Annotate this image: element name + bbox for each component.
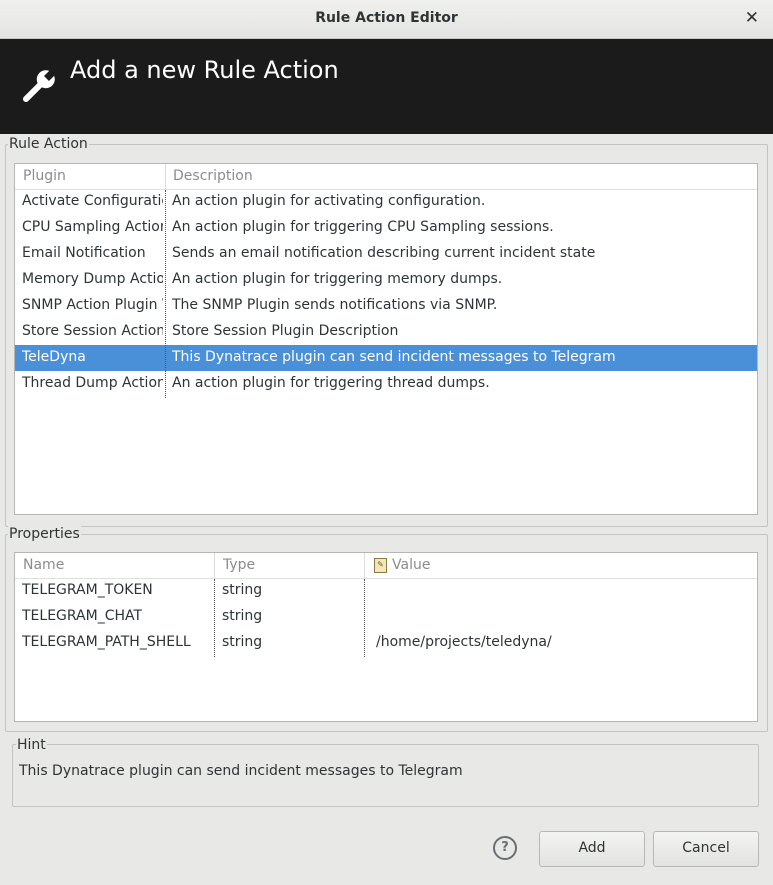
table-row[interactable]: SNMP Action Plugin V The SNMP Plugin send… [15,293,757,319]
window-title: Rule Action Editor [315,10,458,26]
property-name-cell: TELEGRAM_CHAT [22,608,143,624]
property-name-cell: TELEGRAM_PATH_SHELL [22,634,191,650]
header-banner: Add a new Rule Action [0,39,773,134]
rule-action-editor-dialog: Rule Action Editor ✕ Add a new Rule Acti… [0,0,773,885]
plugin-table-header: Plugin Description [15,164,757,190]
close-icon[interactable]: ✕ [745,8,759,28]
plugin-name-cell: Store Session Action P [22,323,163,339]
property-value-cell[interactable]: /home/projects/teledyna/ [376,634,552,650]
plugin-name-cell: CPU Sampling Action P [22,219,163,235]
plugin-description-cell: The SNMP Plugin sends notifications via … [172,297,498,313]
plugin-name-cell: Memory Dump Action [22,271,163,287]
properties-table[interactable]: Name Type ✎ Value TELEGRAM_TOKEN string TE… [14,552,758,722]
column-header-plugin[interactable]: Plugin [23,168,66,184]
add-button[interactable]: Add [539,831,645,867]
plugin-description-cell: An action plugin for triggering thread d… [172,375,490,391]
plugin-description-cell: An action plugin for triggering memory d… [172,271,503,287]
column-header-description[interactable]: Description [173,168,253,184]
properties-table-header: Name Type ✎ Value [15,553,757,579]
column-divider [165,190,166,398]
column-separator [364,553,365,578]
properties-label: Properties [8,526,81,542]
column-header-type[interactable]: Type [223,557,255,573]
column-separator [214,553,215,578]
edit-value-icon: ✎ [374,558,387,573]
table-row[interactable]: TeleDyna This Dynatrace plugin can send i… [15,345,757,371]
table-row[interactable]: Thread Dump Action P An action plugin for… [15,371,757,397]
table-row[interactable]: TELEGRAM_PATH_SHELL string/home/projects/… [15,630,757,656]
hint-text: This Dynatrace plugin can send incident … [19,763,463,779]
property-type-cell: string [222,634,263,650]
table-row[interactable]: TELEGRAM_TOKEN string [15,578,757,604]
plugin-description-cell: An action plugin for activating configur… [172,193,486,209]
column-divider [364,579,365,657]
table-row[interactable]: Activate Configuration An action plugin f… [15,189,757,215]
property-type-cell: string [222,582,263,598]
table-row[interactable]: CPU Sampling Action P An action plugin fo… [15,215,757,241]
column-header-value[interactable]: Value [392,557,430,573]
column-divider [214,579,215,657]
plugin-description-cell: Sends an email notification describing c… [172,245,596,261]
help-icon[interactable]: ? [493,836,517,860]
table-row[interactable]: TELEGRAM_CHAT string [15,604,757,630]
rule-action-label: Rule Action [8,136,89,152]
wrench-icon [22,68,57,103]
table-row[interactable]: Email Notification Sends an email notific… [15,241,757,267]
property-type-cell: string [222,608,263,624]
hint-label: Hint [16,737,47,753]
cancel-button[interactable]: Cancel [653,831,759,867]
title-bar: Rule Action Editor ✕ [0,0,773,39]
table-row[interactable]: Store Session Action P Store Session Plug… [15,319,757,345]
plugin-name-cell: Activate Configuration [22,193,163,209]
plugin-description-cell: An action plugin for triggering CPU Samp… [172,219,554,235]
plugin-description-cell: This Dynatrace plugin can send incident … [172,349,616,365]
table-row[interactable]: Memory Dump Action An action plugin for t… [15,267,757,293]
plugin-name-cell: TeleDyna [22,349,86,365]
page-title: Add a new Rule Action [70,56,339,84]
property-name-cell: TELEGRAM_TOKEN [22,582,153,598]
plugin-name-cell: Email Notification [22,245,146,261]
plugin-description-cell: Store Session Plugin Description [172,323,399,339]
column-header-name[interactable]: Name [23,557,64,573]
plugin-name-cell: SNMP Action Plugin V [22,297,163,313]
plugin-table[interactable]: Plugin Description Activate Configuratio… [14,163,758,515]
plugin-name-cell: Thread Dump Action P [22,375,163,391]
column-separator [165,164,166,189]
